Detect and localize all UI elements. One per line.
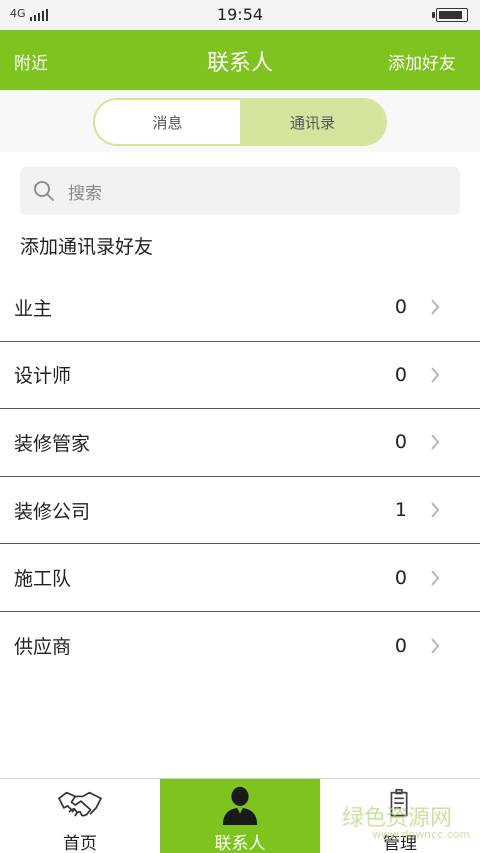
list-item-count: 0 bbox=[394, 363, 407, 386]
list-item[interactable]: 施工队 0 bbox=[0, 544, 480, 612]
status-bar: 4G 19:54 bbox=[0, 0, 480, 30]
tab-messages[interactable]: 消息 bbox=[95, 100, 240, 144]
tab-manage[interactable]: 管理 bbox=[320, 779, 480, 853]
search-placeholder: 搜索 bbox=[68, 183, 102, 204]
clipboard-icon bbox=[390, 788, 408, 817]
search-input[interactable]: 搜索 bbox=[20, 167, 460, 215]
add-friend-button[interactable]: 添加好友 bbox=[388, 49, 456, 74]
tab-label: 首页 bbox=[63, 834, 97, 853]
tab-label: 管理 bbox=[383, 834, 417, 853]
list-item-count: 0 bbox=[394, 296, 407, 319]
list-item-count: 1 bbox=[394, 499, 407, 522]
chevron-right-icon bbox=[431, 502, 440, 518]
bottom-nav: 首页 联系人 管理 bbox=[0, 778, 480, 853]
tab-home[interactable]: 首页 bbox=[0, 779, 160, 853]
contact-category-list: 业主 0 设计师 0 装修管家 0 装修公司 1 施工队 0 供应商 0 bbox=[0, 274, 480, 680]
list-item[interactable]: 业主 0 bbox=[0, 274, 480, 342]
list-item[interactable]: 装修管家 0 bbox=[0, 409, 480, 477]
list-item-label: 业主 bbox=[14, 297, 53, 320]
app-header: 附近 联系人 添加好友 bbox=[0, 30, 480, 90]
segment-bar: 消息 通讯录 bbox=[0, 90, 480, 152]
chevron-right-icon bbox=[431, 570, 440, 586]
tab-contacts[interactable]: 联系人 bbox=[160, 779, 320, 853]
list-item-label: 装修公司 bbox=[14, 500, 91, 523]
chevron-right-icon bbox=[431, 638, 440, 654]
chevron-right-icon bbox=[431, 299, 440, 315]
segment-control: 消息 通讯录 bbox=[93, 98, 387, 146]
list-item[interactable]: 设计师 0 bbox=[0, 342, 480, 410]
list-item-count: 0 bbox=[394, 431, 407, 454]
battery-fill bbox=[439, 11, 462, 19]
search-icon bbox=[34, 181, 54, 201]
status-time: 19:54 bbox=[216, 5, 264, 24]
handshake-icon bbox=[58, 791, 102, 817]
list-item-count: 0 bbox=[394, 634, 407, 657]
list-item[interactable]: 供应商 0 bbox=[0, 612, 480, 680]
list-item-label: 施工队 bbox=[14, 568, 72, 591]
nearby-button[interactable]: 附近 bbox=[14, 49, 48, 74]
list-item[interactable]: 装修公司 1 bbox=[0, 477, 480, 545]
tab-label: 联系人 bbox=[214, 834, 266, 853]
chevron-right-icon bbox=[431, 367, 440, 383]
list-item-count: 0 bbox=[394, 566, 407, 589]
person-icon bbox=[222, 786, 258, 825]
list-item-label: 设计师 bbox=[14, 365, 72, 388]
list-item-label: 供应商 bbox=[14, 636, 72, 659]
chevron-right-icon bbox=[431, 434, 440, 451]
battery-icon bbox=[432, 8, 468, 22]
list-item-label: 装修管家 bbox=[14, 432, 91, 455]
add-contacts-link[interactable]: 添加通讯录好友 bbox=[20, 232, 153, 259]
tab-address-book[interactable]: 通讯录 bbox=[240, 100, 385, 144]
